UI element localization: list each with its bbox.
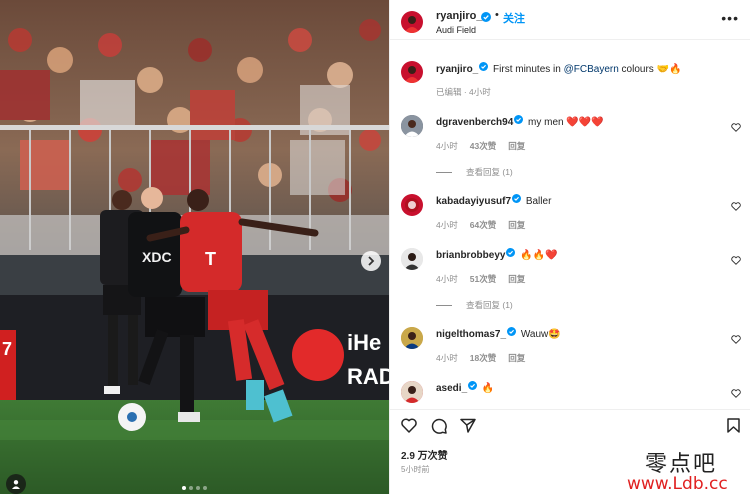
comment-avatar[interactable] — [401, 381, 423, 403]
heart-icon[interactable] — [731, 200, 741, 214]
comment-avatar[interactable] — [401, 194, 423, 216]
verified-badge-icon — [507, 327, 517, 339]
comment-avatar[interactable] — [401, 248, 423, 270]
comment-text: brianbrobbeyy 🔥🔥❤️ — [436, 248, 558, 261]
comment-body: 🔥🔥❤️ — [520, 250, 558, 261]
like-icon[interactable] — [401, 418, 417, 436]
comment-time: 4小时 — [436, 353, 458, 363]
comment-body: 🔥 — [481, 383, 495, 394]
verified-badge-icon — [512, 194, 522, 206]
caption-avatar[interactable] — [401, 61, 423, 83]
carousel-dot — [196, 486, 200, 490]
verified-badge-icon — [514, 115, 524, 127]
board-left-text: 7 — [2, 339, 12, 359]
opponent-sponsor: XDC — [142, 249, 172, 265]
comment-username[interactable]: kabadayiyusuf7 — [436, 196, 511, 207]
comment-meta: 4小时 64次赞 回复 — [436, 219, 537, 231]
heart-icon[interactable] — [731, 333, 741, 347]
save-icon[interactable] — [727, 418, 740, 436]
likes-count[interactable]: 2.9 万次赞 — [401, 447, 448, 462]
bayern-sponsor: T — [205, 249, 216, 269]
post-header: ryanjiro_ • 关注 Audi Field ••• — [390, 0, 750, 40]
caption-status: 已编辑 · 4小时 — [436, 87, 491, 97]
board-text-1: iHe — [347, 330, 381, 355]
author-username[interactable]: ryanjiro_ — [436, 10, 482, 22]
verified-badge-icon — [481, 11, 491, 25]
comment-time: 4小时 — [436, 274, 458, 284]
verified-badge-icon — [479, 62, 489, 74]
view-replies-label: 查看回复 (1) — [466, 300, 513, 310]
caption-tail: colours 🤝🔥 — [618, 64, 682, 75]
comment-username[interactable]: asedi_ — [436, 383, 467, 394]
user-tag-button[interactable] — [6, 474, 26, 494]
carousel-indicator — [0, 486, 389, 490]
comment-username[interactable]: nigelthomas7_ — [436, 329, 506, 340]
heart-icon[interactable] — [731, 121, 741, 135]
board-text-2: RAD — [347, 364, 389, 389]
comment-avatar[interactable] — [401, 327, 423, 349]
post-photo[interactable]: 7 iHe RAD XDC T — [0, 0, 389, 494]
comment-meta: 4小时 43次赞 回复 — [436, 140, 537, 152]
next-arrow-icon — [367, 256, 375, 266]
verified-badge-icon — [506, 248, 516, 260]
reply-button[interactable]: 回复 — [508, 141, 525, 151]
photo-scene: 7 iHe RAD XDC T — [0, 0, 389, 494]
reply-button[interactable]: 回复 — [508, 220, 525, 230]
post-time: 5小时前 — [401, 465, 430, 474]
verified-badge-icon — [468, 381, 478, 393]
comment-likes[interactable]: 51次赞 — [470, 274, 496, 284]
comment-body: Wauw🤩 — [520, 329, 561, 340]
post-location[interactable]: Audi Field — [436, 25, 476, 35]
comment-meta: 4小时 51次赞 回复 — [436, 273, 537, 285]
comment-text: asedi_ 🔥 — [436, 381, 495, 394]
comment-username[interactable]: dgravenberch94 — [436, 117, 513, 128]
author-avatar[interactable] — [401, 11, 423, 33]
more-options-icon[interactable]: ••• — [721, 11, 739, 25]
comment-text: nigelthomas7_ Wauw🤩 — [436, 327, 561, 340]
follow-button[interactable]: 关注 — [503, 10, 525, 26]
heart-icon[interactable] — [731, 387, 741, 401]
watermark-url: www.Ldb.cc — [627, 474, 728, 494]
comment-meta: 4小时 18次赞 回复 — [436, 352, 537, 364]
comment-body: my men ❤️❤️❤️ — [528, 117, 604, 128]
comment-time: 4小时 — [436, 220, 458, 230]
caption-username[interactable]: ryanjiro_ — [436, 64, 478, 75]
comment-avatar[interactable] — [401, 115, 423, 137]
carousel-dot — [203, 486, 207, 490]
next-photo-button[interactable] — [361, 251, 381, 271]
caption-text: ryanjiro_ First minutes in @FCBayern col… — [436, 62, 682, 75]
comment-text: dgravenberch94 my men ❤️❤️❤️ — [436, 115, 604, 128]
comment-text: kabadayiyusuf7 Baller — [436, 194, 552, 207]
reply-button[interactable]: 回复 — [508, 353, 525, 363]
view-replies-button[interactable]: 查看回复 (1) — [436, 299, 513, 311]
caption-mention[interactable]: @FCBayern — [564, 64, 619, 75]
reply-button[interactable]: 回复 — [508, 274, 525, 284]
post-sidebar: ryanjiro_ • 关注 Audi Field ••• ryanjiro_ … — [389, 0, 750, 494]
view-replies-button[interactable]: 查看回复 (1) — [436, 166, 513, 178]
comment-likes[interactable]: 64次赞 — [470, 220, 496, 230]
comment-icon[interactable] — [431, 418, 447, 437]
carousel-dot-active — [182, 486, 186, 490]
share-icon[interactable] — [460, 418, 476, 436]
carousel-dot — [189, 486, 193, 490]
post-actions — [390, 409, 750, 439]
heart-icon[interactable] — [731, 254, 741, 268]
comment-likes[interactable]: 18次赞 — [470, 353, 496, 363]
comment-body: Baller — [525, 196, 552, 207]
comment-username[interactable]: brianbrobbeyy — [436, 250, 505, 261]
header-separator: • — [495, 9, 499, 21]
view-replies-label: 查看回复 (1) — [466, 167, 513, 177]
comment-time: 4小时 — [436, 141, 458, 151]
comment-likes[interactable]: 43次赞 — [470, 141, 496, 151]
caption-body: First minutes in — [493, 64, 564, 75]
